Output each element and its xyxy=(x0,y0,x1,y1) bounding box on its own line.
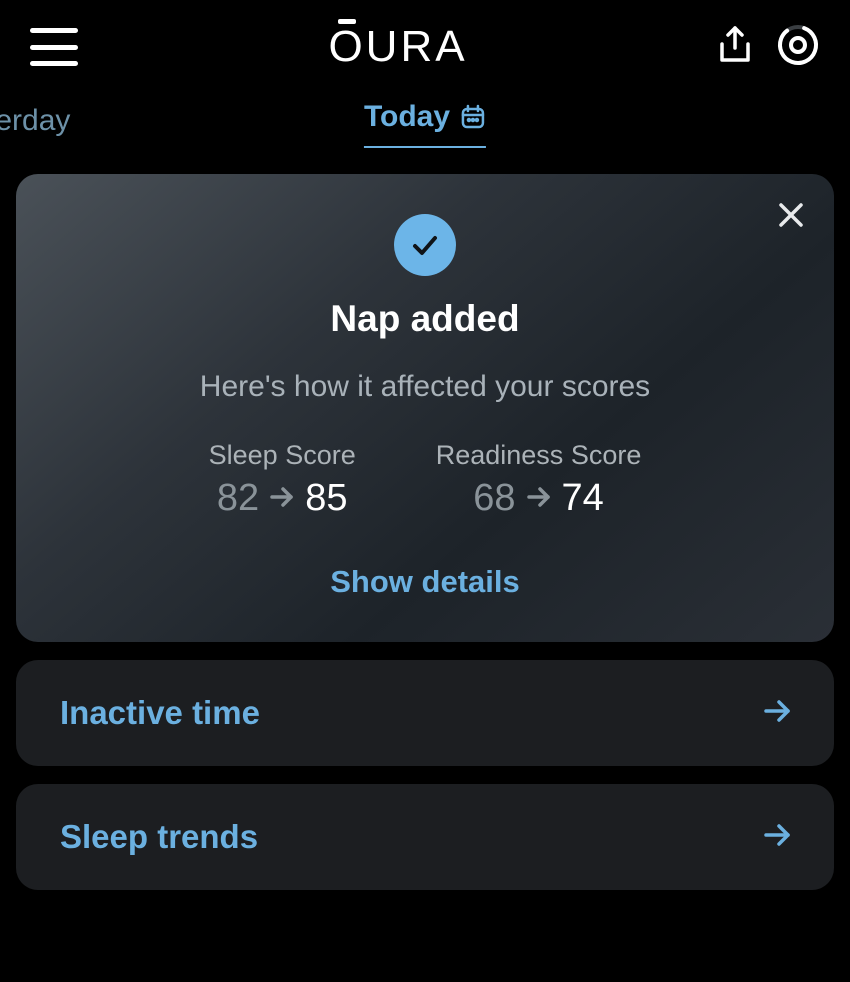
show-details-button[interactable]: Show details xyxy=(46,564,804,600)
inactive-time-label: Inactive time xyxy=(60,694,260,732)
readiness-score-values: 68 74 xyxy=(473,477,604,520)
menu-button[interactable] xyxy=(30,28,80,66)
readiness-score-block: Readiness Score 68 74 xyxy=(436,440,642,520)
card-subtitle: Here's how it affected your scores xyxy=(46,370,804,404)
inactive-time-row[interactable]: Inactive time xyxy=(16,660,834,766)
chevron-right-icon xyxy=(762,819,794,856)
arrow-right-icon xyxy=(269,477,295,520)
check-icon xyxy=(408,228,442,262)
chevron-right-icon xyxy=(762,695,794,732)
readiness-score-label: Readiness Score xyxy=(436,440,642,471)
readiness-score-after: 74 xyxy=(562,477,604,520)
share-button[interactable] xyxy=(716,25,754,70)
close-icon xyxy=(776,200,806,230)
profile-ring-button[interactable] xyxy=(776,23,820,72)
hamburger-icon xyxy=(30,45,78,50)
ring-progress-icon xyxy=(776,23,820,67)
sleep-score-block: Sleep Score 82 85 xyxy=(209,440,356,520)
logo-macron-icon xyxy=(338,19,356,24)
readiness-score-before: 68 xyxy=(473,477,515,520)
hamburger-icon xyxy=(30,28,78,33)
sleep-score-label: Sleep Score xyxy=(209,440,356,471)
tab-today[interactable]: Today xyxy=(364,100,486,148)
sleep-trends-row[interactable]: Sleep trends xyxy=(16,784,834,890)
app-header: OURA xyxy=(0,0,850,86)
sleep-score-before: 82 xyxy=(217,477,259,520)
hamburger-icon xyxy=(30,61,78,66)
share-icon xyxy=(716,25,754,65)
header-actions xyxy=(716,23,820,72)
check-badge xyxy=(394,214,456,276)
sleep-score-after: 85 xyxy=(305,477,347,520)
sleep-score-values: 82 85 xyxy=(217,477,348,520)
brand-logo: OURA xyxy=(328,22,467,72)
brand-text: OURA xyxy=(328,22,467,72)
sleep-trends-label: Sleep trends xyxy=(60,818,258,856)
day-tabs: sterday Today xyxy=(0,86,850,158)
arrow-right-icon xyxy=(526,477,552,520)
close-button[interactable] xyxy=(776,200,806,235)
nap-added-card: Nap added Here's how it affected your sc… xyxy=(16,174,834,642)
score-grid: Sleep Score 82 85 Readiness Score 68 xyxy=(46,440,804,520)
card-title: Nap added xyxy=(46,298,804,340)
calendar-icon xyxy=(460,104,486,130)
tab-today-label: Today xyxy=(364,100,450,134)
tab-yesterday[interactable]: sterday xyxy=(0,104,70,138)
